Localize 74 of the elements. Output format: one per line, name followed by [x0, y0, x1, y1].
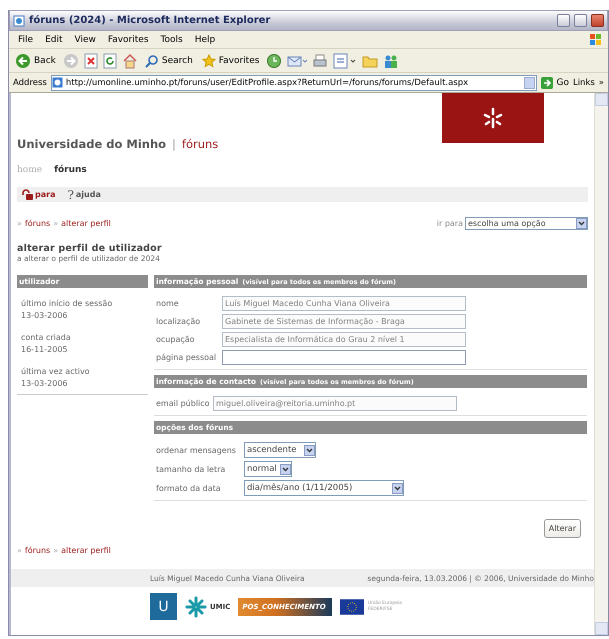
house-icon[interactable] — [122, 52, 138, 68]
snowflake-icon — [185, 596, 207, 618]
breadcrumb-separator: » — [53, 219, 58, 228]
star-icon — [202, 54, 216, 68]
dropdown-field[interactable]: ascendente — [244, 442, 316, 458]
stat-value: 13-03-2006 — [21, 310, 68, 322]
menu-item[interactable]: View — [70, 34, 101, 44]
stat-label: conta criada — [21, 332, 72, 344]
people-icon[interactable] — [383, 52, 400, 68]
search-icon — [144, 54, 159, 68]
printer-icon[interactable] — [312, 52, 328, 68]
stat-value: 16-11-2005 — [21, 344, 68, 356]
submit-button[interactable]: Alterar — [544, 519, 581, 538]
breadcrumb-link[interactable]: alterar perfil — [61, 219, 111, 228]
stat-value: 13-03-2006 — [21, 378, 68, 390]
go-arrow-icon — [541, 76, 554, 88]
field-label: email público — [156, 399, 211, 408]
minimize-button[interactable] — [557, 14, 570, 27]
stat-label: última vez activo — [21, 366, 91, 378]
field-label: ocupação — [156, 335, 196, 344]
breadcrumb-link[interactable]: fóruns — [24, 219, 50, 228]
field-label: tamanho da letra — [156, 464, 226, 474]
menu-item[interactable]: File — [13, 34, 38, 44]
window-title: fóruns (2024) - Microsoft Internet Explorer — [29, 15, 272, 26]
document-icon[interactable] — [333, 52, 358, 68]
breadcrumb-link[interactable]: alterar perfil — [61, 546, 111, 555]
goto-select[interactable]: escolha uma opção — [465, 217, 588, 230]
vertical-scrollbar[interactable] — [594, 93, 608, 635]
links-label[interactable]: Links — [572, 78, 595, 88]
asterisk-logo-icon — [482, 107, 504, 129]
close-button[interactable] — [591, 14, 604, 27]
field-label: ordenar mensagens — [156, 446, 237, 454]
clock-icon[interactable] — [266, 52, 282, 68]
breadcrumb-separator: » — [53, 546, 58, 555]
go-button[interactable]: Go — [541, 76, 569, 88]
padlock-icon — [21, 189, 33, 200]
browser-page-icon — [13, 14, 25, 26]
back-button[interactable]: Back — [13, 52, 58, 70]
lock-link[interactable]: para — [21, 189, 56, 200]
goto-label: ir para — [436, 219, 463, 228]
address-field[interactable]: http://umonline.uminho.pt/foruns/user/EditProfile.aspx?ReturnUrl=/foruns/forums/Default.aspx — [50, 74, 538, 90]
section-link[interactable]: fóruns — [182, 137, 218, 151]
university-logo: U — [150, 593, 177, 620]
menu-item[interactable]: Help — [190, 34, 220, 44]
maximize-button[interactable] — [574, 14, 587, 27]
stat-label: último início de sessão — [21, 298, 114, 310]
separator: | — [172, 137, 176, 151]
dropdown-field[interactable]: normal — [244, 461, 292, 477]
field-label: nome — [156, 299, 180, 308]
menu-item[interactable]: Favorites — [102, 34, 154, 44]
field-label: página pessoal — [156, 353, 218, 362]
breadcrumb-separator: » — [17, 546, 22, 555]
windows-flag-icon — [588, 32, 604, 46]
eu-flag-icon — [340, 598, 364, 616]
text-field[interactable] — [222, 350, 466, 365]
refresh-icon[interactable] — [102, 52, 117, 68]
field-label: formato da data — [156, 484, 222, 492]
search-button[interactable]: Search — [142, 52, 195, 68]
breadcrumb-link[interactable]: fóruns — [24, 546, 50, 555]
field-label: localização — [156, 317, 202, 326]
menu-item[interactable]: Tools — [156, 34, 188, 44]
help-link[interactable]: ? ajuda — [67, 188, 101, 202]
stop-icon[interactable] — [84, 52, 98, 68]
page-heading: alterar perfil de utilizador — [17, 243, 163, 254]
nav-link[interactable]: fóruns — [54, 165, 87, 179]
address-label: Address — [13, 78, 47, 88]
page-icon — [52, 77, 63, 88]
menu-item[interactable]: Edit — [40, 34, 68, 44]
more-chevron[interactable]: » — [598, 78, 604, 88]
dropdown-field[interactable]: dia/mês/ano (1/11/2005) — [244, 480, 404, 496]
favorites-button[interactable]: Favorites — [200, 52, 262, 68]
breadcrumb-separator: » — [17, 219, 22, 228]
site-name: Universidade do Minho — [17, 137, 166, 151]
question-mark-icon: ? — [67, 188, 74, 202]
